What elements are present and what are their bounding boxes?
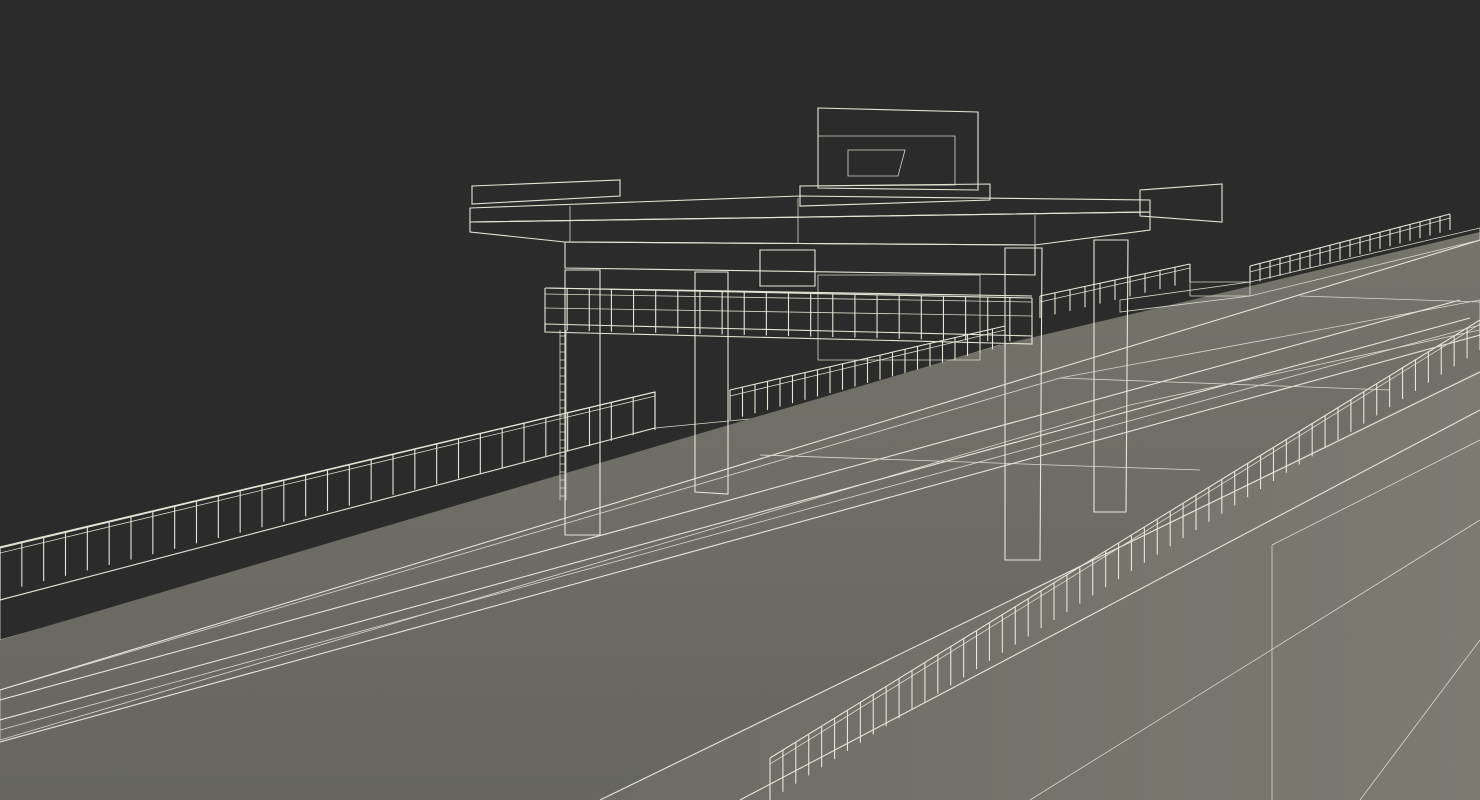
render-viewport	[0, 0, 1480, 800]
